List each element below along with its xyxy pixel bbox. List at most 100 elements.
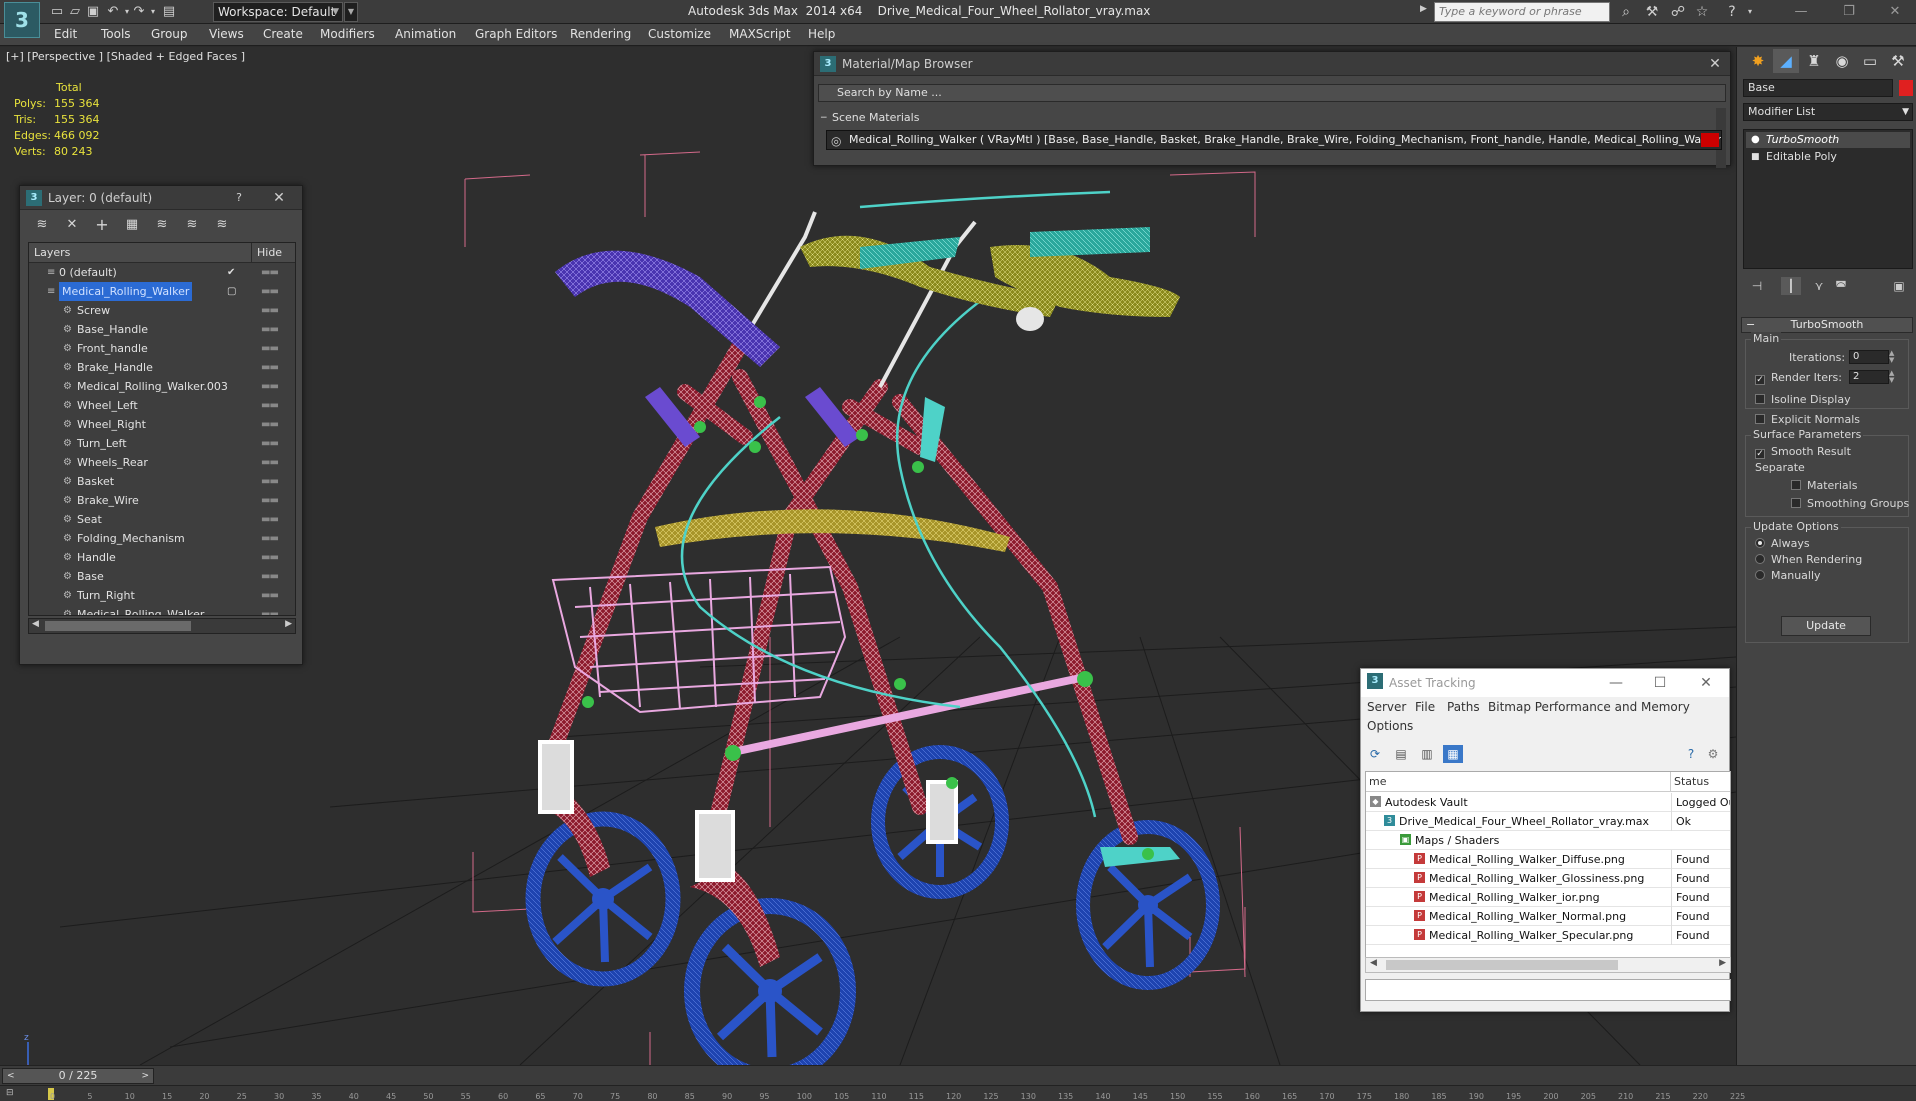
select-layer-icon[interactable]: ≋ bbox=[152, 216, 172, 234]
scroll-left-icon[interactable]: ◀ bbox=[32, 619, 39, 629]
scroll-thumb[interactable] bbox=[1386, 960, 1618, 970]
tree-view-icon[interactable]: ▥ bbox=[1417, 745, 1437, 763]
help-icon[interactable]: ? bbox=[1722, 3, 1742, 21]
set-current-layer-icon[interactable]: ▢ bbox=[227, 282, 236, 301]
asset-row[interactable]: ▣ Maps / Shaders bbox=[1366, 831, 1730, 850]
trackbar-toggle-icon[interactable]: ⊟ bbox=[6, 1088, 34, 1100]
delete-layer-icon[interactable]: ✕ bbox=[62, 216, 82, 234]
layer-row[interactable]: ≡ Medical_Rolling_Walker ▢ ▬▬ bbox=[29, 282, 295, 301]
asset-menu-file[interactable]: File bbox=[1415, 700, 1435, 714]
active-layer-check-icon[interactable]: ✔ bbox=[227, 263, 235, 282]
hide-toggle-icon[interactable]: ▬▬ bbox=[261, 396, 279, 415]
workspace-dropdown-button[interactable]: ▼ bbox=[344, 2, 358, 22]
settings-icon[interactable]: ⚙ bbox=[1703, 745, 1723, 763]
layer-tool-icon[interactable]: ≋ bbox=[32, 216, 52, 234]
turbosmooth-rollout[interactable]: − TurboSmooth bbox=[1741, 317, 1913, 333]
highlight-layer-icon[interactable]: ≋ bbox=[182, 216, 202, 234]
menu-rendering[interactable]: Rendering bbox=[570, 27, 631, 41]
layer-hscrollbar[interactable]: ◀ ▶ bbox=[28, 618, 296, 634]
binoculars-icon[interactable]: ⌕ bbox=[1616, 3, 1636, 21]
layer-window-titlebar[interactable]: 3 Layer: 0 (default) ? ✕ bbox=[20, 186, 302, 210]
always-option[interactable]: Always bbox=[1755, 537, 1810, 550]
manually-radio[interactable] bbox=[1755, 570, 1765, 580]
layer-row[interactable]: ≡ 0 (default) ✔ ▬▬ bbox=[29, 263, 295, 282]
time-slider[interactable]: <0 / 225 > bbox=[2, 1068, 154, 1084]
stack-item-editable-poly[interactable]: ■ Editable Poly bbox=[1746, 149, 1910, 165]
render-iters-option[interactable]: ✓ Render Iters: bbox=[1755, 371, 1842, 385]
expand-icon[interactable]: ■ bbox=[1751, 149, 1760, 165]
asset-hscrollbar[interactable]: ◀ ▶ bbox=[1365, 957, 1731, 973]
hide-toggle-icon[interactable]: ▬▬ bbox=[261, 491, 279, 510]
layer-row[interactable]: ⚙ Wheel_Left ▬▬ bbox=[29, 396, 295, 415]
asset-row[interactable]: P Medical_Rolling_Walker_Glossiness.png Fo… bbox=[1366, 869, 1730, 888]
layer-row[interactable]: ⚙ Brake_Handle ▬▬ bbox=[29, 358, 295, 377]
hide-toggle-icon[interactable]: ▬▬ bbox=[261, 567, 279, 586]
next-frame-icon[interactable]: > bbox=[141, 1069, 149, 1083]
iterations-spinner[interactable]: 0 bbox=[1849, 350, 1889, 364]
minimize-icon[interactable]: — bbox=[1786, 2, 1816, 22]
asset-menu-options[interactable]: Options bbox=[1367, 719, 1413, 733]
modifier-list-dropdown[interactable]: Modifier List ▼ bbox=[1743, 103, 1913, 121]
layer-row[interactable]: ⚙ Wheel_Right ▬▬ bbox=[29, 415, 295, 434]
search-input[interactable]: Type a keyword or phrase bbox=[1434, 2, 1610, 22]
workspace-select[interactable]: Workspace: Default ▼ bbox=[213, 2, 343, 22]
layer-row[interactable]: ⚙ Front_handle ▬▬ bbox=[29, 339, 295, 358]
close-icon[interactable]: ✕ bbox=[1706, 55, 1724, 73]
material-browser-titlebar[interactable]: 3 Material/Map Browser ✕ bbox=[814, 52, 1730, 76]
refresh-icon[interactable]: ⟳ bbox=[1365, 745, 1385, 763]
help-dropdown-icon[interactable]: ▾ bbox=[1740, 3, 1760, 21]
search-arrow-icon[interactable]: ▶ bbox=[1420, 4, 1427, 14]
track-bar[interactable]: ⊟ 0 5 10 15 20 25 30 35 40 45 50 55 60 65 70 75 80 85 90 95… bbox=[0, 1085, 1916, 1101]
layer-row[interactable]: ⚙ Brake_Wire ▬▬ bbox=[29, 491, 295, 510]
asset-tracking-titlebar[interactable]: 3 Asset Tracking — ☐ ✕ bbox=[1361, 669, 1729, 697]
asset-menu-paths[interactable]: Paths bbox=[1447, 700, 1480, 714]
materials-checkbox[interactable] bbox=[1791, 480, 1801, 490]
motion-tab-icon[interactable]: ◉ bbox=[1829, 49, 1855, 73]
subscription-icon[interactable]: ⚒ bbox=[1642, 3, 1662, 21]
menu-animation[interactable]: Animation bbox=[395, 27, 456, 41]
modify-tab-icon[interactable]: ◢ bbox=[1773, 49, 1799, 73]
asset-menu-bitmap[interactable]: Bitmap Performance and Memory bbox=[1488, 700, 1690, 714]
material-item[interactable]: ◎ Medical_Rolling_Walker ( VRayMtl ) [Ba… bbox=[826, 130, 1722, 150]
asset-row[interactable]: P Medical_Rolling_Walker_ior.png Found bbox=[1366, 888, 1730, 907]
hide-toggle-icon[interactable]: ▬▬ bbox=[261, 529, 279, 548]
col-layers[interactable]: Layers bbox=[29, 243, 251, 263]
object-color-swatch[interactable] bbox=[1899, 80, 1913, 96]
object-name-field[interactable]: Base bbox=[1743, 79, 1893, 97]
minimize-icon[interactable]: — bbox=[1607, 674, 1625, 692]
layer-row[interactable]: ⚙ Medical_Rolling_Walker.003 ▬▬ bbox=[29, 377, 295, 396]
hide-toggle-icon[interactable]: ▬▬ bbox=[261, 263, 279, 282]
isoline-checkbox[interactable] bbox=[1755, 394, 1765, 404]
render-iters-spinner[interactable]: 2 bbox=[1849, 370, 1889, 384]
asset-row[interactable]: P Medical_Rolling_Walker_Diffuse.png Found bbox=[1366, 850, 1730, 869]
scroll-thumb[interactable] bbox=[45, 621, 191, 631]
table-view-icon[interactable]: ▦ bbox=[1443, 745, 1463, 763]
hide-toggle-icon[interactable]: ▬▬ bbox=[261, 358, 279, 377]
layer-row[interactable]: ⚙ Wheels_Rear ▬▬ bbox=[29, 453, 295, 472]
stack-item-turbosmooth[interactable]: ● TurboSmooth bbox=[1746, 132, 1910, 148]
menu-graph-editors[interactable]: Graph Editors bbox=[475, 27, 557, 41]
layer-row[interactable]: ⚙ Base_Handle ▬▬ bbox=[29, 320, 295, 339]
list-view-icon[interactable]: ▤ bbox=[1391, 745, 1411, 763]
material-search-input[interactable]: Search by Name ... bbox=[818, 84, 1726, 102]
close-window-icon[interactable]: ✕ bbox=[1880, 2, 1910, 22]
layer-row[interactable]: ⚙ Handle ▬▬ bbox=[29, 548, 295, 567]
layer-row[interactable]: ⚙ Basket ▬▬ bbox=[29, 472, 295, 491]
hierarchy-tab-icon[interactable]: ♜ bbox=[1801, 49, 1827, 73]
remove-modifier-icon[interactable]: ◚ bbox=[1831, 277, 1851, 295]
hide-toggle-icon[interactable]: ▬▬ bbox=[261, 472, 279, 491]
layer-row[interactable]: ⚙ Folding_Mechanism ▬▬ bbox=[29, 529, 295, 548]
isoline-option[interactable]: Isoline Display bbox=[1755, 393, 1851, 406]
when-rendering-radio[interactable] bbox=[1755, 554, 1765, 564]
spinner-arrows-icon[interactable]: ▲ ▼ bbox=[1889, 350, 1897, 364]
new-file-icon[interactable]: ▭ bbox=[48, 3, 66, 21]
asset-row[interactable]: P Medical_Rolling_Walker_Normal.png Found bbox=[1366, 907, 1730, 926]
asset-row[interactable]: 3 Drive_Medical_Four_Wheel_Rollator_vray.… bbox=[1366, 812, 1730, 831]
layer-row[interactable]: ⚙ Screw ▬▬ bbox=[29, 301, 295, 320]
favorites-star-icon[interactable]: ☆ bbox=[1692, 3, 1712, 21]
scroll-right-icon[interactable]: ▶ bbox=[1719, 958, 1726, 968]
smooth-result-checkbox[interactable]: ✓ bbox=[1755, 449, 1765, 459]
menu-maxscript[interactable]: MAXScript bbox=[729, 27, 791, 41]
explicit-normals-option[interactable]: Explicit Normals bbox=[1755, 413, 1860, 426]
spinner-arrows-icon[interactable]: ▲ ▼ bbox=[1889, 370, 1897, 384]
